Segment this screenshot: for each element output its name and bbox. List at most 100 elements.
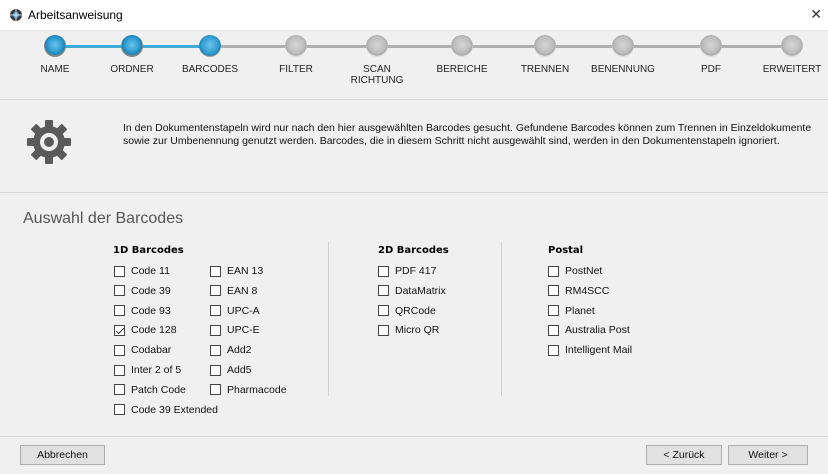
step-label: BENENNUNG	[591, 64, 655, 75]
divider	[0, 436, 828, 437]
checkbox-label: Intelligent Mail	[565, 344, 633, 357]
checkbox-box[interactable]	[548, 324, 559, 336]
checkbox-box[interactable]	[114, 285, 125, 297]
step-dot-icon	[534, 35, 556, 57]
barcode-checkbox[interactable]: DataMatrix	[378, 284, 446, 298]
barcode-checkbox[interactable]: Pharmacode	[210, 383, 287, 397]
barcode-checkbox[interactable]: Intelligent Mail	[548, 343, 632, 357]
wizard-step[interactable]: TRENNEN	[505, 35, 585, 75]
checkbox-label: Australia Post	[565, 324, 630, 337]
checkbox-box[interactable]	[210, 265, 221, 277]
wizard-step[interactable]: NAME	[15, 35, 95, 75]
barcode-checkbox[interactable]: QRCode	[378, 304, 436, 318]
step-label: SCAN RICHTUNG	[350, 64, 404, 86]
checkbox-box[interactable]	[114, 364, 125, 376]
checkbox-label: EAN 8	[227, 284, 258, 297]
barcode-checkbox[interactable]: EAN 13	[210, 264, 263, 278]
checkbox-label: Planet	[565, 304, 595, 317]
barcode-checkbox[interactable]: Add2	[210, 343, 252, 357]
barcode-checkbox[interactable]: Inter 2 of 5	[114, 363, 181, 377]
wizard-step[interactable]: PDF	[671, 35, 751, 75]
back-button[interactable]: < Zurück	[646, 445, 722, 465]
checkbox-box[interactable]	[210, 364, 221, 376]
wizard-step[interactable]: ORDNER	[92, 35, 172, 75]
step-dot-icon	[44, 35, 66, 57]
barcode-checkbox[interactable]: Codabar	[114, 343, 171, 357]
barcode-checkbox[interactable]: EAN 8	[210, 284, 257, 298]
step-dot-icon	[700, 35, 722, 57]
barcode-checkbox[interactable]: Add5	[210, 363, 252, 377]
barcode-checkbox[interactable]: Code 39 Extended	[114, 403, 218, 417]
checkbox-label: DataMatrix	[395, 284, 446, 297]
checkbox-label: PDF 417	[395, 265, 437, 277]
wizard-step[interactable]: SCAN RICHTUNG	[337, 35, 417, 86]
checkbox-box[interactable]	[210, 324, 221, 336]
checkbox-box[interactable]	[114, 305, 125, 317]
wizard-step[interactable]: BARCODES	[170, 35, 250, 75]
step-dot-icon	[612, 35, 634, 57]
checkbox-box[interactable]	[378, 265, 389, 277]
barcode-checkbox[interactable]: PDF 417	[378, 264, 436, 278]
barcode-checkbox[interactable]: Micro QR	[378, 323, 439, 337]
wizard-step[interactable]: BENENNUNG	[583, 35, 663, 75]
checkbox-label: QRCode	[395, 304, 436, 317]
checkbox-label: UPC-E	[227, 324, 260, 337]
checkbox-box[interactable]	[114, 344, 125, 356]
barcode-checkbox[interactable]: PostNet	[548, 264, 602, 278]
checkbox-label: PostNet	[565, 265, 603, 277]
barcode-checkbox[interactable]: Patch Code	[114, 383, 186, 397]
barcode-checkbox[interactable]: Planet	[548, 304, 595, 318]
barcode-checkbox[interactable]: UPC-E	[210, 323, 260, 337]
step-label: BARCODES	[181, 64, 239, 75]
step-dot-icon	[121, 35, 143, 57]
wizard-step[interactable]: FILTER	[256, 35, 336, 75]
checkbox-box[interactable]	[548, 265, 559, 277]
checkbox-box[interactable]	[378, 324, 389, 336]
checkbox-label: Add2	[227, 344, 252, 357]
barcode-checkbox[interactable]: Code 39	[114, 284, 171, 298]
gear-icon	[27, 120, 71, 164]
barcode-checkbox[interactable]: RM4SCC	[548, 284, 609, 298]
heading-2d: 2D Barcodes	[378, 245, 449, 256]
column-divider	[501, 242, 502, 396]
checkbox-box[interactable]	[548, 285, 559, 297]
checkbox-box[interactable]	[114, 384, 125, 396]
checkbox-box[interactable]	[548, 305, 559, 317]
checkbox-box[interactable]	[114, 404, 125, 416]
checkbox-label: Code 11	[131, 265, 170, 277]
step-label: ORDNER	[110, 64, 154, 75]
barcode-checkbox[interactable]: Australia Post	[548, 323, 630, 337]
checkbox-box[interactable]	[210, 305, 221, 317]
barcode-checkbox[interactable]: UPC-A	[210, 304, 260, 318]
checkbox-label: EAN 13	[227, 265, 264, 277]
checkbox-label: Patch Code	[131, 383, 186, 396]
close-icon[interactable]: ✕	[810, 6, 822, 23]
step-dot-icon	[285, 35, 307, 57]
checkbox-box[interactable]	[378, 285, 389, 297]
barcode-checkbox[interactable]: Code 128	[114, 323, 177, 337]
column-divider	[328, 242, 329, 396]
next-button[interactable]: Weiter >	[728, 445, 808, 465]
checkbox-box[interactable]	[378, 305, 389, 317]
checkbox-box[interactable]	[548, 344, 559, 356]
checkbox-box[interactable]	[210, 344, 221, 356]
heading-1d: 1D Barcodes	[113, 245, 184, 256]
barcode-checkbox[interactable]: Code 93	[114, 304, 171, 318]
info-panel: In den Dokumentenstapeln wird nur nach d…	[0, 100, 828, 192]
checkbox-box[interactable]	[114, 265, 125, 277]
wizard-step[interactable]: BEREICHE	[422, 35, 502, 75]
checkbox-box[interactable]	[210, 384, 221, 396]
step-label: BEREICHE	[436, 64, 488, 75]
step-dot-icon	[781, 35, 803, 57]
checkbox-box[interactable]	[114, 324, 125, 336]
checkbox-label: Pharmacode	[227, 383, 287, 396]
checkbox-box[interactable]	[210, 285, 221, 297]
barcode-checkbox[interactable]: Code 11	[114, 264, 170, 278]
cancel-button[interactable]: Abbrechen	[20, 445, 105, 465]
heading-postal: Postal	[548, 245, 584, 256]
step-dot-icon	[199, 35, 221, 57]
checkbox-label: Code 128	[131, 324, 177, 337]
wizard-step[interactable]: ERWEITERT	[752, 35, 828, 75]
step-dot-icon	[366, 35, 388, 57]
check-icon	[115, 325, 125, 335]
